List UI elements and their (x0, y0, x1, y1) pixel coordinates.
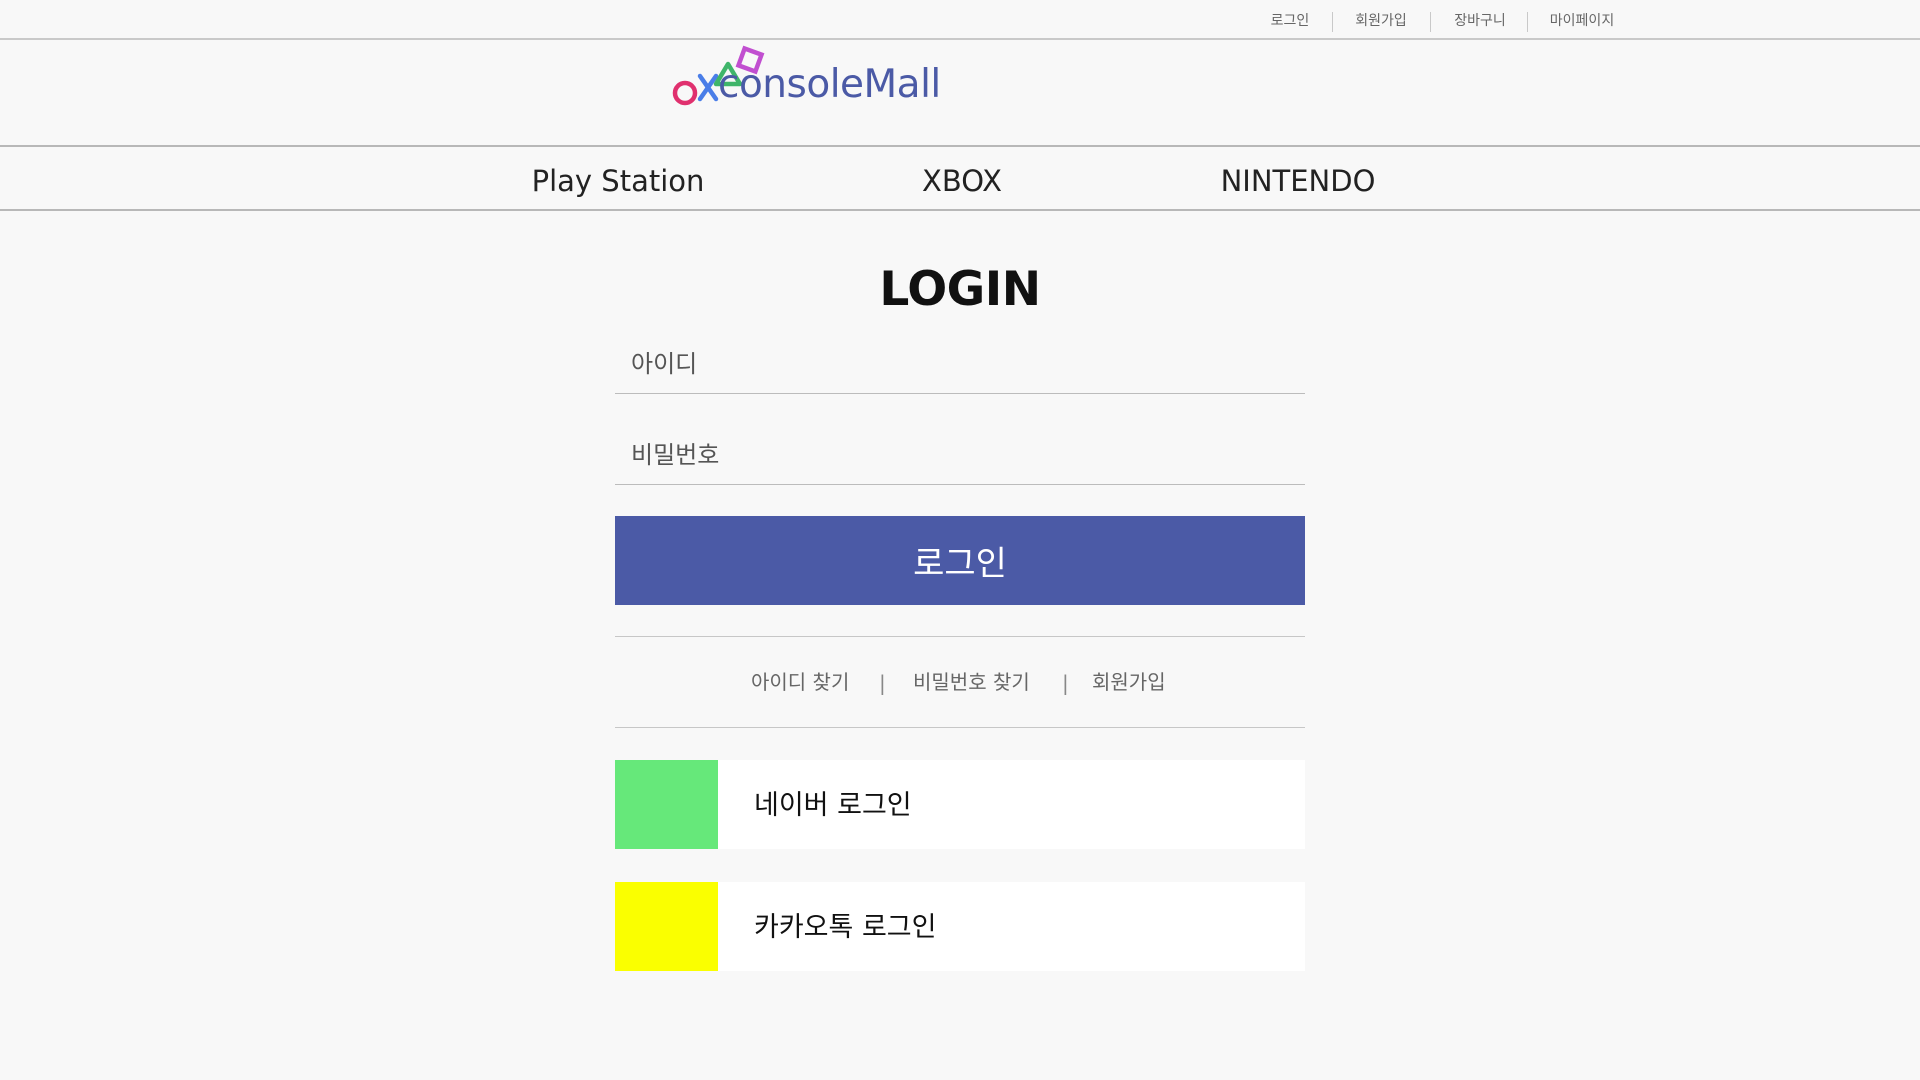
kakao-login-button[interactable]: 카카오톡 로그인 (615, 882, 1305, 971)
login-title: LOGIN (879, 262, 1041, 317)
find-password-link[interactable]: 비밀번호 찾기 (913, 637, 1030, 727)
helper-separator: | (1062, 671, 1069, 695)
site-logo[interactable]: consoleMall (670, 44, 941, 114)
category-playstation[interactable]: Play Station (520, 147, 716, 209)
password-input[interactable] (615, 425, 1305, 485)
top-mypage-link[interactable]: 마이페이지 (1540, 0, 1624, 40)
account-helper-links: 아이디 찾기 | 비밀번호 찾기 | 회원가입 (615, 636, 1305, 728)
id-input[interactable] (615, 334, 1305, 394)
top-cart-link[interactable]: 장바구니 (1445, 0, 1515, 40)
naver-login-label: 네이버 로그인 (754, 790, 912, 821)
top-login-link[interactable]: 로그인 (1258, 0, 1322, 40)
category-nintendo[interactable]: NINTENDO (1210, 147, 1386, 209)
find-id-link[interactable]: 아이디 찾기 (751, 637, 849, 727)
top-utility-bar: 로그인 회원가입 장바구니 마이페이지 (0, 0, 1920, 40)
category-nav: Play Station XBOX NINTENDO (0, 145, 1920, 211)
login-button[interactable]: 로그인 (615, 516, 1305, 605)
naver-color-swatch (615, 760, 718, 849)
helper-signup-link[interactable]: 회원가입 (1092, 637, 1166, 727)
naver-login-button[interactable]: 네이버 로그인 (615, 760, 1305, 849)
helper-separator: | (879, 671, 886, 695)
category-xbox[interactable]: XBOX (902, 147, 1022, 209)
top-nav-divider (1332, 12, 1333, 32)
kakao-color-swatch (615, 882, 718, 971)
kakao-login-label: 카카오톡 로그인 (754, 912, 937, 943)
top-signup-link[interactable]: 회원가입 (1346, 0, 1416, 40)
logo-text: consoleMall (718, 62, 941, 107)
top-nav-divider (1527, 12, 1528, 32)
top-nav-divider (1430, 12, 1431, 32)
